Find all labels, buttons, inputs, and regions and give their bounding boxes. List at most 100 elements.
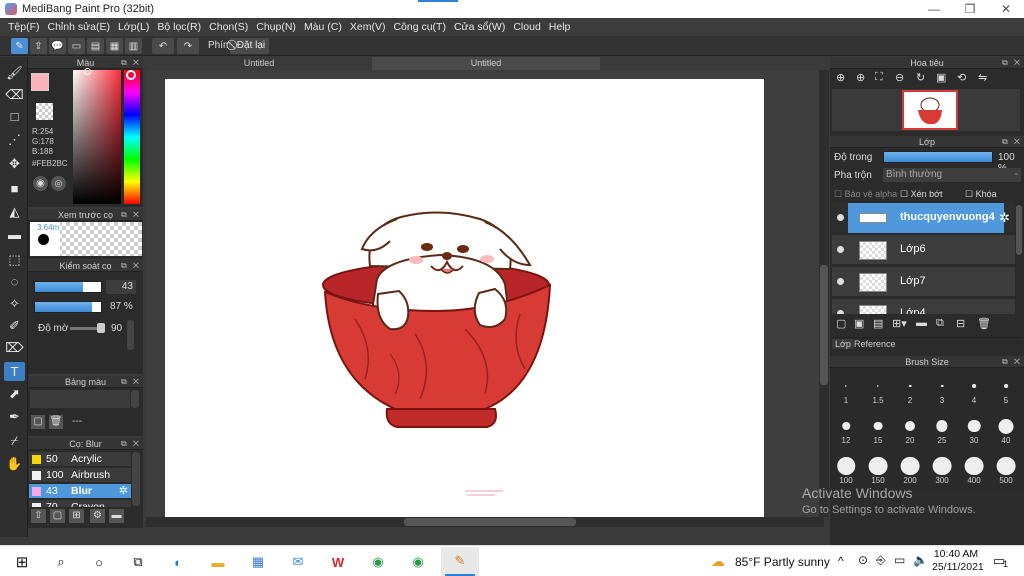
dot-tool-icon[interactable]: ⋰ — [4, 130, 25, 149]
store-icon[interactable]: ▦ — [248, 552, 268, 572]
upload-icon[interactable]: ⇪ — [30, 38, 47, 54]
menu-file[interactable]: Tệp(F) — [4, 21, 44, 33]
brush-settings-icon[interactable]: ⚙ — [90, 509, 105, 523]
visibility-icon[interactable] — [837, 214, 844, 221]
chrome-alt-icon[interactable]: ◉ — [408, 552, 428, 572]
eyedropper-tool-icon[interactable]: ⌿ — [4, 431, 25, 450]
brush-size-cell-500[interactable]: 500 — [990, 452, 1022, 486]
select-eraser-tool-icon[interactable]: ⌦ — [4, 338, 25, 357]
divide-tool-icon[interactable]: ✒ — [4, 407, 25, 426]
palette-scrollbar[interactable] — [131, 390, 139, 408]
comment-icon[interactable]: ▭ — [68, 38, 85, 54]
clipping-checkbox[interactable]: ☐ Xén bớt — [900, 189, 943, 200]
search-icon[interactable]: ⌕ — [51, 552, 71, 572]
keys-label[interactable]: Phím — [208, 40, 231, 51]
layer-settings-gear-icon[interactable]: ✲ — [999, 210, 1010, 226]
brush-size-cell-400[interactable]: 400 — [958, 452, 990, 486]
speech-bubble-icon[interactable]: 💬 — [49, 38, 66, 54]
new-color-layer-icon[interactable]: ▣ — [854, 317, 864, 330]
layer-opacity-slider[interactable] — [883, 151, 993, 163]
brush-size-cell-5[interactable]: 5 — [990, 372, 1022, 406]
brush-size-cell-30[interactable]: 30 — [958, 412, 990, 446]
fit-screen-icon[interactable]: ⛶ — [875, 71, 883, 84]
task-view-icon[interactable]: ⧉ — [128, 552, 148, 572]
add-layer-dropdown-icon[interactable]: ⊞▾ — [892, 317, 907, 330]
reset-button[interactable]: ⃠ Đặt lại — [230, 38, 270, 54]
new-palette-icon[interactable]: ▢ — [31, 415, 45, 429]
brush-size-cell-4[interactable]: 4 — [958, 372, 990, 406]
menu-help[interactable]: Help — [545, 21, 575, 33]
brush-size-cell-25[interactable]: 25 — [926, 412, 958, 446]
undo-icon[interactable]: ↶ — [152, 38, 174, 54]
transparent-swatch[interactable] — [36, 103, 53, 120]
file-explorer-icon[interactable]: ▬ — [208, 552, 228, 572]
add-brush-icon[interactable]: ⇧ — [31, 509, 46, 523]
delete-palette-icon[interactable]: 🗑 — [49, 415, 63, 429]
panel-close-icon[interactable]: ⧉ ✕ — [121, 57, 141, 69]
panel-close-icon[interactable]: ⧉ ✕ — [1002, 136, 1022, 148]
brush-size-cell-2[interactable]: 2 — [894, 372, 926, 406]
zoom-in-icon[interactable]: ⊕ — [856, 71, 865, 84]
clock[interactable]: 10:40 AM 25/11/2021 — [932, 548, 984, 574]
page-icon[interactable]: ▤ — [87, 38, 104, 54]
brush-folder-icon[interactable]: ▬ — [109, 509, 124, 523]
eraser-tool-icon[interactable]: ⌫ — [4, 85, 25, 104]
brush-size-cell-40[interactable]: 40 — [990, 412, 1022, 446]
battery-icon[interactable]: ▭ — [894, 553, 905, 567]
hand-tool-icon[interactable]: ✋ — [4, 454, 25, 473]
panel-close-icon[interactable]: ⧉ ✕ — [1002, 57, 1022, 69]
brush-size-cell-12[interactable]: 12 — [830, 412, 862, 446]
zoom-in-icon[interactable]: ⊕ — [836, 71, 845, 84]
new-brush-icon[interactable]: ▢ — [50, 509, 65, 523]
tab-layer[interactable]: Lớp — [832, 339, 854, 349]
windows-start-icon[interactable]: ⊞ — [12, 552, 32, 572]
blend-mode-select[interactable]: Bình thường - — [883, 168, 1021, 182]
usb-icon[interactable]: ⎆ — [876, 553, 886, 568]
brush-size-cell-15[interactable]: 15 — [862, 412, 894, 446]
saturation-field[interactable] — [73, 70, 121, 204]
move-tool-icon[interactable]: ✥ — [4, 154, 25, 173]
tab-untitled-1[interactable]: Untitled — [146, 57, 372, 70]
operation-tool-icon[interactable]: ⬈ — [4, 384, 25, 403]
panel-close-icon[interactable]: ⧉ ✕ — [121, 376, 141, 388]
edge-icon[interactable]: ◐ — [168, 552, 188, 572]
weather-text[interactable]: 85°F Partly sunny — [735, 555, 830, 569]
menu-window[interactable]: Cửa sổ(W) — [450, 21, 509, 33]
brush-list-scrollbar[interactable] — [132, 452, 140, 506]
new-layer-icon[interactable]: ▢ — [836, 317, 846, 330]
panel-close-icon[interactable]: ⧉ ✕ — [1002, 356, 1022, 368]
menu-snap[interactable]: Chụp(N) — [252, 21, 300, 33]
menu-tools[interactable]: Công cụ(T) — [389, 21, 450, 33]
brush-size-cell-150[interactable]: 150 — [862, 452, 894, 486]
hardness-knob[interactable] — [97, 323, 105, 333]
brush-size-cell-1-5[interactable]: 1.5 — [862, 372, 894, 406]
protect-alpha-checkbox[interactable]: ☐ Bảo vệ alpha — [834, 189, 897, 200]
cortana-icon[interactable]: ○ — [89, 552, 109, 572]
tab-reference[interactable]: Reference — [854, 339, 896, 349]
maximize-button[interactable]: ❐ — [952, 0, 988, 18]
color-history-icon[interactable]: ◎ — [51, 176, 66, 191]
minimize-button[interactable]: — — [916, 0, 952, 18]
current-color-swatch[interactable] — [31, 73, 49, 91]
layer-row-lop6[interactable]: Lớp6 — [832, 235, 1015, 265]
color-picker-marker[interactable] — [84, 68, 91, 75]
palette-swatches[interactable] — [30, 390, 130, 408]
tab-untitled-2[interactable]: Untitled — [372, 57, 600, 70]
text-tool-icon[interactable]: T — [4, 362, 25, 381]
lock-checkbox[interactable]: ☐ Khóa — [965, 189, 997, 200]
menu-edit[interactable]: Chỉnh sửa(E) — [44, 21, 114, 33]
wps-office-icon[interactable]: W — [328, 552, 348, 572]
menu-color[interactable]: Màu (C) — [300, 21, 346, 33]
brush-size-cell-200[interactable]: 200 — [894, 452, 926, 486]
fill-rect-tool-icon[interactable]: ■ — [4, 179, 25, 198]
zoom-out-icon[interactable]: ⊖ — [895, 71, 904, 84]
brush-size-cell-1[interactable]: 1 — [830, 372, 862, 406]
visibility-icon[interactable] — [837, 278, 844, 285]
layer-row-lop7[interactable]: Lớp7 — [832, 267, 1015, 297]
medibang-taskbar-item[interactable]: ✎ — [441, 547, 479, 576]
menu-select[interactable]: Chọn(S) — [205, 21, 252, 33]
volume-icon[interactable]: 🔈 — [913, 553, 928, 567]
delete-layer-icon[interactable]: 🗑 — [977, 317, 991, 330]
brush-control-scrollbar[interactable] — [127, 320, 134, 350]
import-brush-icon[interactable]: ⊞ — [69, 509, 84, 523]
